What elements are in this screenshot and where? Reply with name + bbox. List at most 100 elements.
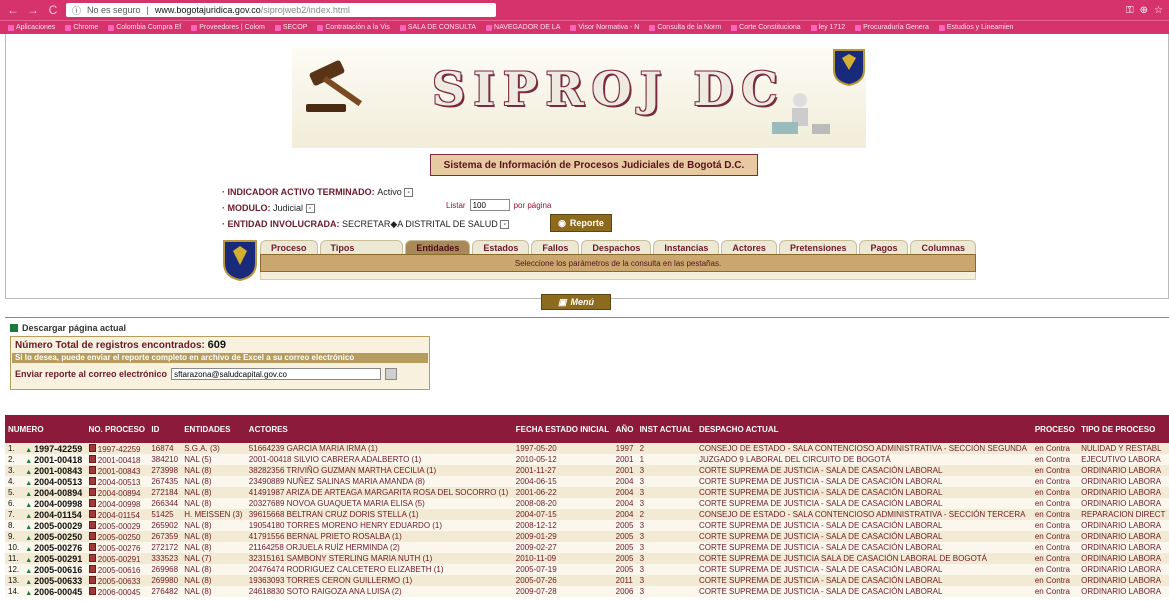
cell-proceso[interactable]: 2004-00998	[85, 498, 149, 509]
cell-numero[interactable]: ▲ 2004-00998	[22, 498, 86, 509]
tab-pagos[interactable]: Pagos	[859, 240, 909, 254]
document-icon[interactable]	[88, 465, 96, 474]
bookmark-item[interactable]: Consulta de la Norm	[649, 24, 721, 31]
cell-numero[interactable]: ▲ 2001-00418	[22, 454, 86, 465]
bookmark-item[interactable]: Aplicaciones	[8, 24, 55, 31]
bookmark-item[interactable]: Estudios y Lineamien	[938, 24, 1013, 31]
tab-instancias[interactable]: Instancias	[653, 240, 720, 254]
document-icon[interactable]	[88, 564, 96, 573]
listar-input[interactable]	[469, 199, 510, 211]
reload-icon[interactable]: C	[46, 3, 60, 17]
cell-proceso[interactable]: 2005-00291	[85, 553, 149, 564]
table-row[interactable]: 7. ▲ 2004-01154 2004-01154 51425 H. MEISSEN …	[5, 509, 1169, 520]
tab-actores[interactable]: Actores	[721, 240, 777, 254]
bookmark-item[interactable]: NAVEGADOR DE LA	[486, 24, 560, 31]
info-icon[interactable]: ⓘ	[72, 4, 81, 17]
column-header[interactable]: TIPO DE PROCESO	[1078, 415, 1169, 443]
document-icon[interactable]	[88, 509, 96, 518]
cell-proceso[interactable]: 2004-01154	[85, 509, 149, 520]
document-icon[interactable]	[88, 454, 96, 463]
document-icon[interactable]	[88, 542, 96, 551]
table-row[interactable]: 10. ▲ 2005-00276 2005-00276 272172 NAL (8) 21…	[5, 542, 1169, 553]
column-header[interactable]: PROCESO	[1031, 415, 1079, 443]
tab-entidades[interactable]: Entidades	[405, 240, 471, 254]
cell-proceso[interactable]: 2004-00894	[85, 487, 149, 498]
column-header[interactable]: FECHA ESTADO INICIAL	[512, 415, 613, 443]
cell-proceso[interactable]: 2005-00276	[85, 542, 149, 553]
column-header[interactable]: DESPACHO ACTUAL	[695, 415, 1032, 443]
modulo-dropdown-icon[interactable]: -	[305, 204, 315, 214]
column-header[interactable]: NUMERO	[5, 415, 86, 443]
cell-proceso[interactable]: 2001-00418	[85, 454, 149, 465]
table-row[interactable]: 6. ▲ 2004-00998 2004-00998 266344 NAL (8) 203…	[5, 498, 1169, 509]
tab-fallos[interactable]: Fallos	[531, 240, 580, 254]
cell-proceso[interactable]: 2005-00633	[85, 575, 149, 586]
document-icon[interactable]	[88, 531, 96, 540]
tab-proceso[interactable]: Proceso	[260, 240, 318, 254]
send-email-icon[interactable]	[385, 368, 398, 380]
cell-numero[interactable]: ▲ 2005-00250	[22, 531, 86, 542]
zoom-icon[interactable]: ⊕	[1140, 5, 1148, 16]
download-link[interactable]: Descargar página actual	[10, 323, 126, 333]
cell-numero[interactable]: ▲ 2001-00843	[22, 465, 86, 476]
cell-numero[interactable]: ▲ 2004-00513	[22, 476, 86, 487]
bookmark-item[interactable]: Procuraduría Genera	[855, 24, 929, 31]
cell-numero[interactable]: ▲ 2005-00616	[22, 564, 86, 575]
document-icon[interactable]	[88, 443, 96, 452]
cell-numero[interactable]: ▲ 2005-00029	[22, 520, 86, 531]
table-row[interactable]: 11. ▲ 2005-00291 2005-00291 333523 NAL (7) 32…	[5, 553, 1169, 564]
back-icon[interactable]: ←	[6, 3, 20, 17]
cell-proceso[interactable]: 2005-00616	[85, 564, 149, 575]
document-icon[interactable]	[88, 476, 96, 485]
tab-despachos[interactable]: Despachos	[581, 240, 652, 254]
column-header[interactable]: NO. PROCESO	[85, 415, 149, 443]
cell-proceso[interactable]: 2004-00513	[85, 476, 149, 487]
address-bar[interactable]: ⓘ No es seguro | www.bogotajuridica.gov.…	[66, 3, 496, 17]
menu-button[interactable]: ▣ Menú	[541, 294, 611, 310]
document-icon[interactable]	[88, 498, 96, 507]
cell-proceso[interactable]: 2005-00029	[85, 520, 149, 531]
table-row[interactable]: 2. ▲ 2001-00418 2001-00418 384210 NAL (5) 200…	[5, 454, 1169, 465]
report-button[interactable]: ◉ Reporte	[550, 214, 612, 232]
cell-numero[interactable]: ▲ 2005-00276	[22, 542, 86, 553]
column-header[interactable]: ENTIDADES	[181, 415, 246, 443]
tab-estados[interactable]: Estados	[472, 240, 530, 254]
table-row[interactable]: 4. ▲ 2004-00513 2004-00513 267435 NAL (8) 234…	[5, 476, 1169, 487]
bookmark-item[interactable]: Corte Constituciona	[731, 24, 801, 31]
key-icon[interactable]: ⚿	[1126, 5, 1134, 16]
indicador-dropdown-icon[interactable]: -	[404, 188, 414, 198]
table-row[interactable]: 14. ▲ 2006-00045 2006-00045 276482 NAL (8) 24…	[5, 586, 1169, 597]
table-row[interactable]: 13. ▲ 2005-00633 2005-00633 269980 NAL (8) 19…	[5, 575, 1169, 586]
cell-numero[interactable]: ▲ 2006-00045	[22, 586, 86, 597]
bookmark-item[interactable]: SECOP	[274, 24, 307, 31]
column-header[interactable]: ID	[148, 415, 182, 443]
forward-icon[interactable]: →	[26, 3, 40, 17]
bookmark-item[interactable]: Chrome	[65, 24, 98, 31]
column-header[interactable]: INST ACTUAL	[636, 415, 696, 443]
entidad-dropdown-icon[interactable]: -	[500, 220, 510, 230]
document-icon[interactable]	[88, 586, 96, 595]
document-icon[interactable]	[88, 575, 96, 584]
tab-pretensiones[interactable]: Pretensiones	[778, 240, 858, 254]
table-row[interactable]: 3. ▲ 2001-00843 2001-00843 273998 NAL (8) 382…	[5, 465, 1169, 476]
column-header[interactable]: ACTORES	[245, 415, 513, 443]
document-icon[interactable]	[88, 553, 96, 562]
bookmark-item[interactable]: Proveedores | Colom	[191, 24, 265, 31]
table-row[interactable]: 5. ▲ 2004-00894 2004-00894 272184 NAL (8) 414…	[5, 487, 1169, 498]
tab-tipos-proceso[interactable]: Tipos Proceso	[319, 240, 404, 267]
cell-numero[interactable]: ▲ 1997-42259	[22, 443, 86, 454]
cell-numero[interactable]: ▲ 2005-00633	[22, 575, 86, 586]
tab-columnas[interactable]: Columnas	[910, 240, 976, 254]
table-row[interactable]: 1. ▲ 1997-42259 1997-42259 16874 S.G.A. (3) 5…	[5, 443, 1169, 454]
cell-numero[interactable]: ▲ 2004-00894	[22, 487, 86, 498]
email-input[interactable]	[171, 368, 382, 380]
bookmark-item[interactable]: Contratación a la Vis	[317, 24, 390, 31]
bookmark-item[interactable]: Visor Normativa - N	[570, 24, 639, 31]
table-row[interactable]: 9. ▲ 2005-00250 2005-00250 267359 NAL (8) 417…	[5, 531, 1169, 542]
table-row[interactable]: 12. ▲ 2005-00616 2005-00616 269968 NAL (8) 20…	[5, 564, 1169, 575]
document-icon[interactable]	[88, 487, 96, 496]
bookmark-item[interactable]: SALA DE CONSULTA	[399, 24, 476, 31]
bookmark-item[interactable]: Colombia Compra Ef	[108, 24, 181, 31]
table-row[interactable]: 8. ▲ 2005-00029 2005-00029 265902 NAL (8) 190…	[5, 520, 1169, 531]
bookmark-item[interactable]: ley 1712	[810, 24, 845, 31]
